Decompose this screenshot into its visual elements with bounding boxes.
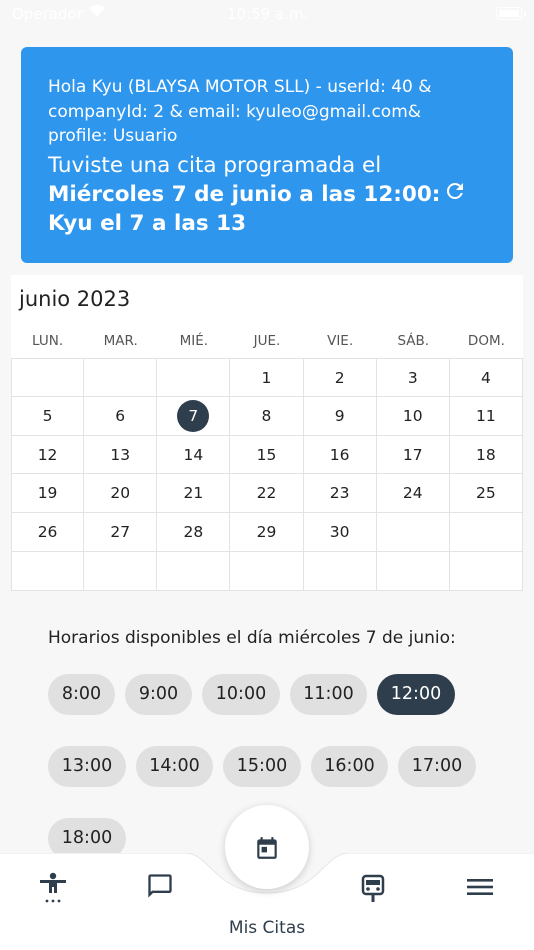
calendar: junio 2023 LUN. MAR. MIÉ. JUE. VIE. SÁB. DOM. … (11, 275, 523, 591)
calendar-day[interactable]: 8 (230, 396, 304, 436)
calendar-empty-cell (157, 358, 231, 397)
refresh-icon[interactable] (443, 179, 467, 203)
car-icon[interactable] (359, 872, 387, 908)
calendar-day[interactable]: 13 (84, 435, 158, 475)
appointment-banner: Hola Kyu (BLAYSA MOTOR SLL) - userId: 40… (21, 47, 513, 263)
time-slot-chip[interactable]: 14:00 (136, 746, 213, 787)
calendar-day[interactable]: 10 (376, 396, 450, 436)
calendar-day[interactable]: 12 (11, 435, 85, 475)
calendar-day[interactable]: 24 (376, 474, 450, 514)
calendar-day[interactable]: 28 (157, 513, 231, 552)
calendar-day[interactable]: 21 (157, 474, 231, 514)
calendar-day[interactable]: 18 (449, 435, 523, 475)
weekday-label: DOM. (467, 333, 505, 349)
calendar-day[interactable]: 26 (11, 513, 85, 552)
user-info-text: Hola Kyu (BLAYSA MOTOR SLL) - userId: 40… (48, 77, 432, 146)
time-slot-chip[interactable]: 13:00 (48, 746, 126, 787)
weekday-label: MIÉ. (179, 333, 209, 349)
calendar-day[interactable]: 9 (303, 396, 377, 436)
calendar-empty-cell (84, 358, 158, 397)
calendar-day[interactable]: 29 (230, 513, 304, 552)
time-slot-chip[interactable]: 11:00 (290, 674, 367, 715)
weekday-label: VIE. (327, 333, 354, 349)
calendar-empty-cell (376, 552, 450, 591)
calendar-day[interactable]: 17 (376, 435, 450, 475)
calendar-day[interactable]: 4 (449, 358, 523, 397)
chat-icon[interactable] (146, 872, 174, 904)
calendar-empty-cell (449, 513, 523, 552)
menu-icon[interactable] (467, 876, 493, 902)
calendar-day[interactable]: 16 (303, 435, 377, 475)
time-slot-chip[interactable]: 10:00 (202, 674, 280, 715)
calendar-empty-cell (449, 552, 523, 591)
calendar-empty-cell (11, 552, 85, 591)
availability-title: Horarios disponibles el día miércoles 7 … (48, 628, 456, 648)
weekday-label: MAR. (103, 333, 138, 349)
time-slot-chip[interactable]: 16:00 (311, 746, 388, 787)
calendar-day[interactable]: 6 (84, 396, 158, 436)
calendar-empty-cell (157, 552, 231, 591)
time-slot-chip[interactable]: 17:00 (398, 746, 476, 787)
calendar-day[interactable]: 11 (449, 396, 523, 436)
calendar-empty-cell (11, 358, 85, 397)
calendar-day[interactable]: 27 (84, 513, 158, 552)
calendar-empty-cell (303, 552, 377, 591)
wifi-icon (88, 4, 106, 22)
calendar-day[interactable]: 19 (11, 474, 85, 514)
calendar-empty-cell (376, 513, 450, 552)
calendar-day[interactable]: 23 (303, 474, 377, 514)
weekday-label: JUE. (253, 333, 281, 349)
time-slot-chip[interactable]: 15:00 (223, 746, 301, 787)
status-time: 10:59 a.m. (227, 5, 309, 23)
calendar-day[interactable]: 3 (376, 358, 450, 397)
time-slot-chip[interactable]: 9:00 (125, 674, 192, 715)
calendar-day[interactable]: 25 (449, 474, 523, 514)
selected-day: 7 (177, 399, 210, 432)
calendar-month-title: junio 2023 (19, 287, 131, 311)
calendar-day[interactable]: 30 (303, 513, 377, 552)
calendar-weekday-header: LUN. MAR. MIÉ. JUE. VIE. SÁB. DOM. (11, 333, 523, 357)
calendar-day[interactable]: 20 (84, 474, 158, 514)
battery-icon (496, 7, 526, 20)
calendar-empty-cell (230, 552, 304, 591)
weekday-label: SÁB. (397, 333, 430, 349)
calendar-day[interactable]: 14 (157, 435, 231, 475)
nav-active-label: Mis Citas (228, 918, 306, 938)
calendar-day[interactable]: 7 (157, 396, 231, 436)
calendar-empty-cell (84, 552, 158, 591)
calendar-fab-button[interactable] (225, 805, 309, 889)
calendar-day[interactable]: 1 (230, 358, 304, 397)
appointment-detail: Miércoles 7 de junio a las 12:00: Kyu el… (48, 181, 441, 236)
accessibility-icon[interactable] (38, 872, 68, 908)
carrier-label: Operador (12, 5, 83, 23)
time-slot-chip[interactable]: 8:00 (48, 674, 115, 715)
calendar-day[interactable]: 2 (303, 358, 377, 397)
calendar-day[interactable]: 5 (11, 396, 85, 436)
weekday-label: LUN. (32, 333, 64, 349)
appointment-prefix: Tuviste una cita programada el (48, 152, 382, 178)
time-slot-chip[interactable]: 12:00 (377, 674, 455, 715)
calendar-day[interactable]: 22 (230, 474, 304, 514)
calendar-day[interactable]: 15 (230, 435, 304, 475)
status-bar: Operador 10:59 a.m. (0, 0, 534, 30)
